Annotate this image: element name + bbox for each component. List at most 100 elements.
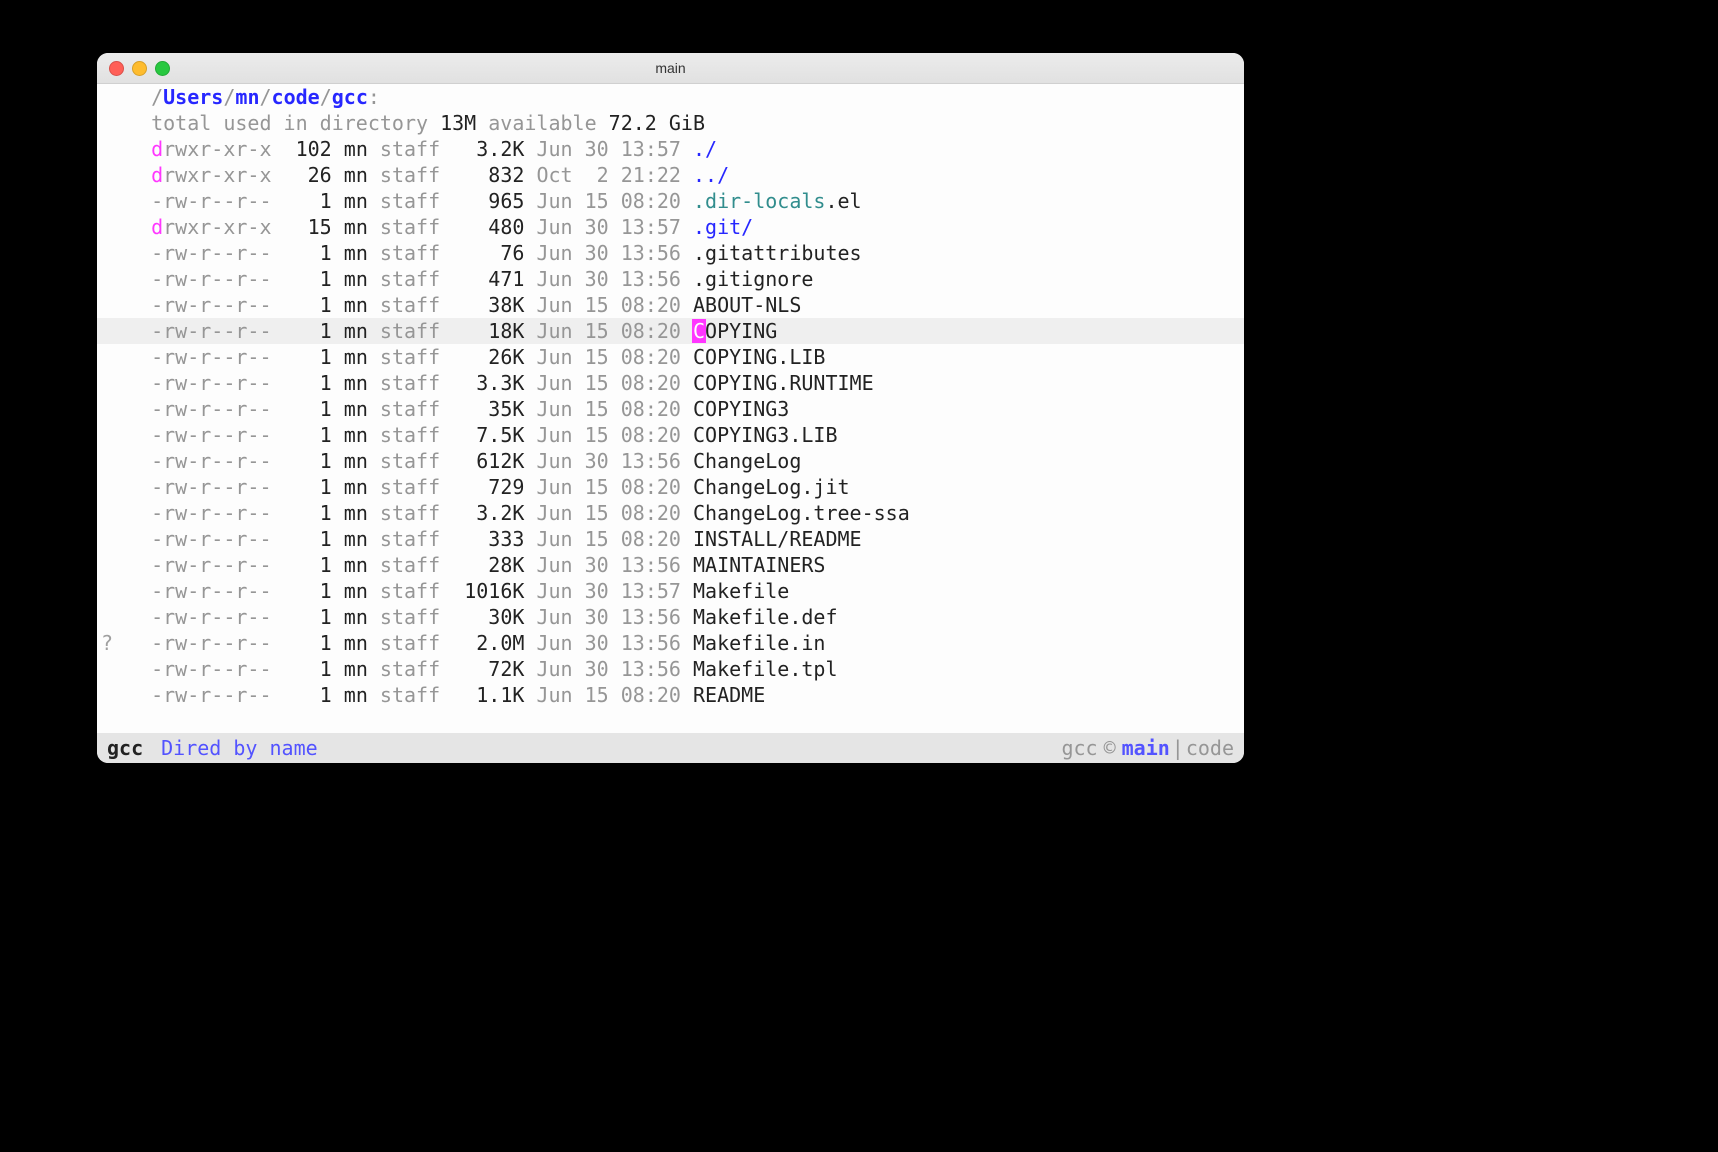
dired-entry-line[interactable]: -rw-r--r-- 1 mn staff 3.2K Jun 15 08:20 … — [123, 500, 1244, 526]
links: 1 — [272, 475, 332, 499]
file-name[interactable]: .gitattributes — [693, 241, 862, 265]
file-name[interactable]: ./ — [693, 137, 717, 161]
owner: mn — [344, 553, 380, 577]
file-name[interactable]: Makefile.tpl — [693, 657, 838, 681]
group: staff — [380, 319, 452, 343]
owner: mn — [344, 579, 380, 603]
file-name[interactable]: INSTALL/README — [693, 527, 862, 551]
minimize-icon[interactable] — [132, 61, 147, 76]
perm: -rw-r--r-- — [151, 683, 271, 707]
dired-entry-line[interactable]: drwxr-xr-x 15 mn staff 480 Jun 30 13:57 … — [123, 214, 1244, 240]
window-title: main — [655, 60, 685, 76]
modeline[interactable]: gcc Dired by name gcc © main | code — [97, 733, 1244, 763]
group: staff — [380, 683, 452, 707]
perm: -rw-r--r-- — [151, 319, 271, 343]
titlebar[interactable]: main — [97, 53, 1244, 84]
links: 1 — [272, 683, 332, 707]
file-name[interactable]: .gitignore — [693, 267, 813, 291]
file-name[interactable]: COPYING3.LIB — [693, 423, 838, 447]
dired-buffer[interactable]: /Users/mn/code/gcc: total used in direct… — [123, 84, 1244, 734]
owner: mn — [344, 683, 380, 707]
indent — [127, 449, 151, 473]
file-name[interactable]: .el — [825, 189, 861, 213]
sp — [524, 423, 536, 447]
zoom-icon[interactable] — [155, 61, 170, 76]
file-name[interactable]: COPYING.LIB — [693, 345, 825, 369]
dired-entry-line[interactable]: -rw-r--r-- 1 mn staff 1.1K Jun 15 08:20 … — [123, 682, 1244, 708]
owner: mn — [344, 163, 380, 187]
editor-area[interactable]: ? /Users/mn/code/gcc: total used in dire… — [97, 84, 1244, 734]
date: Jun 15 08:20 — [536, 319, 693, 343]
owner: mn — [344, 215, 380, 239]
file-name[interactable]: ABOUT-NLS — [693, 293, 801, 317]
date: Jun 15 08:20 — [536, 189, 693, 213]
dired-entry-line[interactable]: -rw-r--r-- 1 mn staff 28K Jun 30 13:56 M… — [123, 552, 1244, 578]
dired-entry-line[interactable]: -rw-r--r-- 1 mn staff 7.5K Jun 15 08:20 … — [123, 422, 1244, 448]
links: 1 — [272, 501, 332, 525]
owner: mn — [344, 397, 380, 421]
size: 480 — [452, 215, 524, 239]
file-name[interactable]: .dir-locals — [693, 189, 825, 213]
links: 1 — [272, 553, 332, 577]
separator-icon: | — [1170, 733, 1186, 763]
file-name[interactable]: Makefile.in — [693, 631, 825, 655]
file-name[interactable]: COPYING3 — [693, 397, 789, 421]
dired-entry-line[interactable]: -rw-r--r-- 1 mn staff 2.0M Jun 30 13:56 … — [123, 630, 1244, 656]
links: 1 — [272, 189, 332, 213]
traffic-lights — [109, 61, 170, 76]
sp — [524, 631, 536, 655]
size: 26K — [452, 345, 524, 369]
date: Jun 30 13:56 — [536, 605, 693, 629]
file-name[interactable]: ChangeLog.jit — [693, 475, 850, 499]
links: 1 — [272, 423, 332, 447]
perm: -rw-r--r-- — [151, 267, 271, 291]
dired-entry-line[interactable]: -rw-r--r-- 1 mn staff 729 Jun 15 08:20 C… — [123, 474, 1244, 500]
dired-entry-line[interactable]: -rw-r--r-- 1 mn staff 76 Jun 30 13:56 .g… — [123, 240, 1244, 266]
indent — [127, 527, 151, 551]
file-name[interactable]: ChangeLog.tree-ssa — [693, 501, 910, 525]
date: Oct 2 21:22 — [536, 163, 693, 187]
indent — [127, 215, 151, 239]
file-name[interactable]: Makefile.def — [693, 605, 838, 629]
dired-entry-line[interactable]: -rw-r--r-- 1 mn staff 471 Jun 30 13:56 .… — [123, 266, 1244, 292]
file-name[interactable]: COPYING.RUNTIME — [693, 371, 874, 395]
perm: -rw-r--r-- — [151, 605, 271, 629]
dired-entry-line[interactable]: -rw-r--r-- 1 mn staff 38K Jun 15 08:20 A… — [123, 292, 1244, 318]
dired-entry-line[interactable]: -rw-r--r-- 1 mn staff 26K Jun 15 08:20 C… — [123, 344, 1244, 370]
group: staff — [380, 423, 452, 447]
dired-entry-line[interactable]: -rw-r--r-- 1 mn staff 35K Jun 15 08:20 C… — [123, 396, 1244, 422]
dired-entry-line[interactable]: -rw-r--r-- 1 mn staff 30K Jun 30 13:56 M… — [123, 604, 1244, 630]
dired-entry-line[interactable]: drwxr-xr-x 26 mn staff 832 Oct 2 21:22 .… — [123, 162, 1244, 188]
sp — [332, 579, 344, 603]
dired-entry-line[interactable]: -rw-r--r-- 1 mn staff 72K Jun 30 13:56 M… — [123, 656, 1244, 682]
dired-entry-line[interactable]: -rw-r--r-- 1 mn staff 18K Jun 15 08:20 C… — [97, 318, 1244, 344]
sp — [332, 397, 344, 421]
links: 1 — [272, 657, 332, 681]
dired-entry-line[interactable]: -rw-r--r-- 1 mn staff 1016K Jun 30 13:57… — [123, 578, 1244, 604]
indent — [127, 319, 151, 343]
links: 102 — [272, 137, 332, 161]
file-name[interactable]: Makefile — [693, 579, 789, 603]
perm: rwxr-xr-x — [163, 163, 271, 187]
file-name[interactable]: OPYING — [705, 319, 777, 343]
dired-entry-line[interactable]: drwxr-xr-x 102 mn staff 3.2K Jun 30 13:5… — [123, 136, 1244, 162]
dired-entry-line[interactable]: -rw-r--r-- 1 mn staff 3.3K Jun 15 08:20 … — [123, 370, 1244, 396]
owner: mn — [344, 527, 380, 551]
perm: -rw-r--r-- — [151, 371, 271, 395]
file-name[interactable]: .git — [693, 215, 741, 239]
path-segment: Users — [163, 85, 223, 109]
indent — [127, 397, 151, 421]
indent — [127, 267, 151, 291]
file-name[interactable]: MAINTAINERS — [693, 553, 825, 577]
perm: -rw-r--r-- — [151, 553, 271, 577]
dired-entry-line[interactable]: -rw-r--r-- 1 mn staff 612K Jun 30 13:56 … — [123, 448, 1244, 474]
links: 1 — [272, 293, 332, 317]
file-name[interactable]: ../ — [693, 163, 729, 187]
dired-entry-line[interactable]: -rw-r--r-- 1 mn staff 333 Jun 15 08:20 I… — [123, 526, 1244, 552]
date: Jun 15 08:20 — [536, 345, 693, 369]
close-icon[interactable] — [109, 61, 124, 76]
file-name[interactable]: README — [693, 683, 765, 707]
file-name[interactable]: ChangeLog — [693, 449, 801, 473]
dired-entry-line[interactable]: -rw-r--r-- 1 mn staff 965 Jun 15 08:20 .… — [123, 188, 1244, 214]
file-name[interactable]: / — [741, 215, 753, 239]
